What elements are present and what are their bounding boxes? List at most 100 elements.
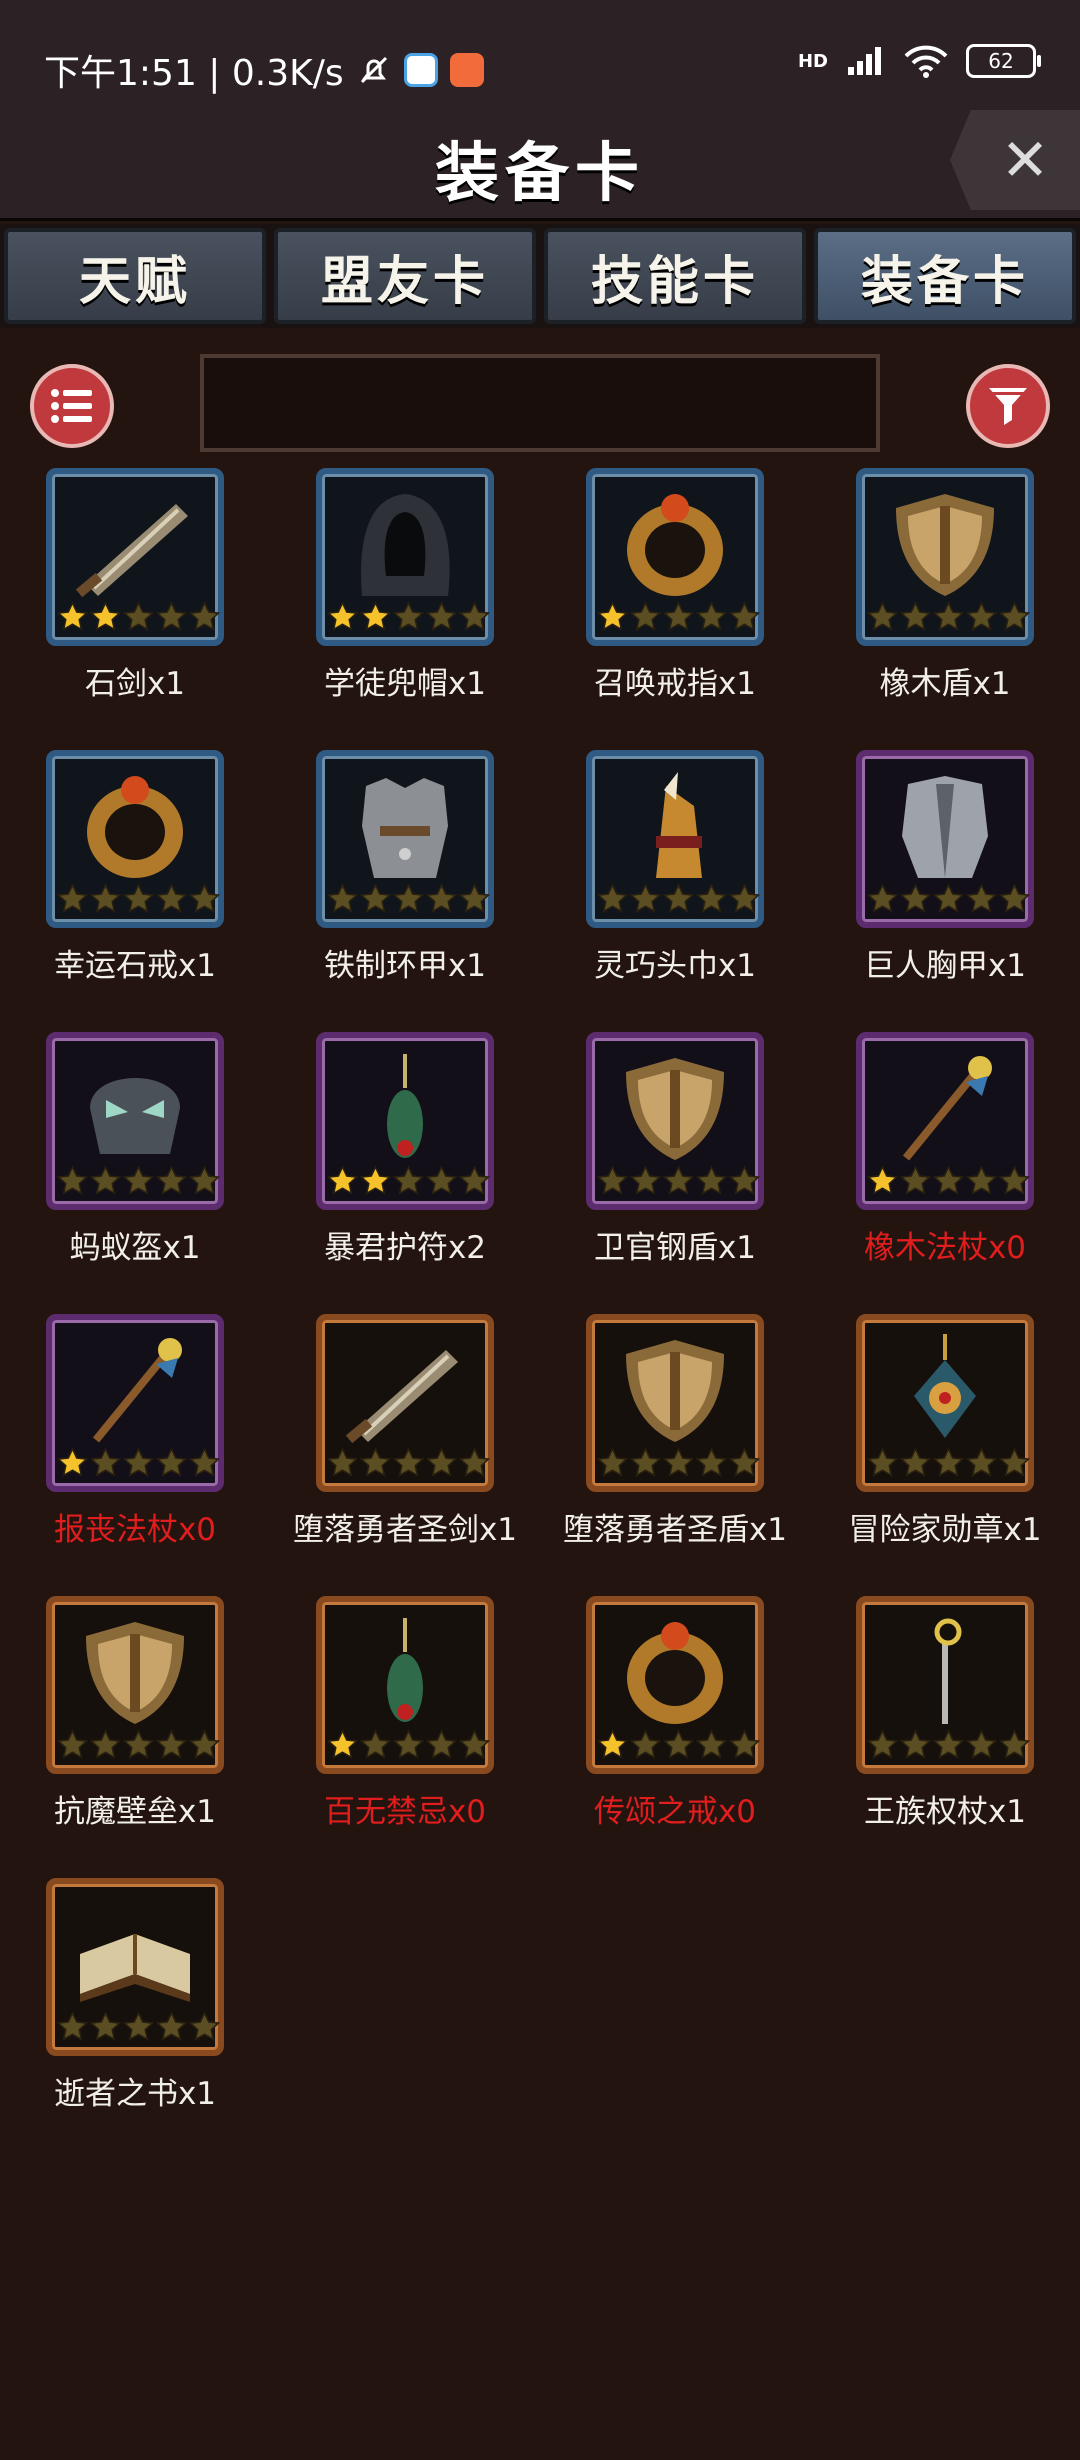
star-empty-icon: [932, 1729, 965, 1759]
card-frame: [856, 750, 1034, 928]
equipment-card[interactable]: 卫官钢盾x1: [540, 1032, 810, 1314]
card-label: 传颂之戒x0: [593, 1794, 757, 1830]
card-label: 暴君护符x2: [323, 1230, 487, 1266]
card-label: 王族权杖x1: [863, 1794, 1027, 1830]
equipment-card[interactable]: 传颂之戒x0: [540, 1596, 810, 1878]
star-empty-icon: [359, 1447, 392, 1477]
card-label: 卫官钢盾x1: [593, 1230, 757, 1266]
equipment-card[interactable]: 召唤戒指x1: [540, 468, 810, 750]
equipment-card[interactable]: 橡木盾x1: [810, 468, 1080, 750]
star-empty-icon: [89, 1447, 122, 1477]
equipment-card[interactable]: 石剑x1: [0, 468, 270, 750]
staff-icon: [92, 1338, 182, 1443]
shield-icon: [626, 1058, 724, 1160]
card-label: 堕落勇者圣盾x1: [562, 1512, 788, 1548]
star-rating: [56, 601, 221, 634]
book-icon: [80, 1934, 190, 2002]
star-empty-icon: [392, 1447, 425, 1477]
equipment-card[interactable]: 逝者之书x1: [0, 1878, 270, 2160]
card-label: 报丧法杖x0: [53, 1512, 217, 1548]
card-label: 冒险家勋章x1: [848, 1512, 1042, 1548]
star-rating: [866, 1729, 1031, 1762]
star-rating: [326, 1729, 491, 1762]
star-rating: [56, 1447, 221, 1480]
star-empty-icon: [629, 601, 662, 631]
scepter-icon: [934, 1618, 962, 1724]
equipment-card[interactable]: 王族权杖x1: [810, 1596, 1080, 1878]
equipment-card[interactable]: 暴君护符x2: [270, 1032, 540, 1314]
chestplate-icon: [902, 776, 988, 878]
star-empty-icon: [998, 883, 1031, 913]
equipment-card[interactable]: 巨人胸甲x1: [810, 750, 1080, 1032]
equipment-card[interactable]: 学徒兜帽x1: [270, 468, 540, 750]
tab-skill-cards[interactable]: 技能卡: [544, 228, 806, 324]
star-empty-icon: [728, 1165, 761, 1195]
equipment-card[interactable]: 铁制环甲x1: [270, 750, 540, 1032]
shield-icon: [626, 1340, 724, 1442]
star-empty-icon: [56, 2011, 89, 2041]
star-empty-icon: [728, 883, 761, 913]
equipment-card[interactable]: 堕落勇者圣剑x1: [270, 1314, 540, 1596]
star-empty-icon: [155, 883, 188, 913]
filter-icon: [989, 388, 1027, 425]
shield-icon: [86, 1622, 184, 1724]
card-frame: [586, 1032, 764, 1210]
equipment-card[interactable]: 报丧法杖x0: [0, 1314, 270, 1596]
tab-talent[interactable]: 天赋: [4, 228, 266, 324]
star-empty-icon: [188, 1447, 221, 1477]
star-empty-icon: [866, 883, 899, 913]
card-label: 橡木法杖x0: [863, 1230, 1027, 1266]
card-frame: [856, 468, 1034, 646]
star-rating: [596, 1165, 761, 1198]
filter-button[interactable]: [966, 364, 1050, 448]
star-empty-icon: [695, 883, 728, 913]
star-empty-icon: [629, 1447, 662, 1477]
equipment-card[interactable]: 幸运石戒x1: [0, 750, 270, 1032]
headscarf-icon: [656, 772, 702, 878]
card-label: 石剑x1: [84, 666, 186, 702]
equipment-card[interactable]: 堕落勇者圣盾x1: [540, 1314, 810, 1596]
card-frame: [586, 1596, 764, 1774]
tab-ally-cards[interactable]: 盟友卡: [274, 228, 536, 324]
list-view-button[interactable]: [30, 364, 114, 448]
amulet-icon: [387, 1054, 423, 1158]
tab-equipment-cards[interactable]: 装备卡: [814, 228, 1076, 324]
star-filled-icon: [56, 601, 89, 631]
armor-icon: [362, 778, 448, 878]
equipment-card[interactable]: 抗魔壁垒x1: [0, 1596, 270, 1878]
list-icon: [51, 389, 92, 423]
star-empty-icon: [188, 1729, 221, 1759]
close-button[interactable]: ✕: [950, 110, 1080, 210]
equipment-card[interactable]: 蚂蚁盔x1: [0, 1032, 270, 1314]
sword-icon: [75, 504, 188, 598]
star-empty-icon: [155, 1447, 188, 1477]
star-empty-icon: [965, 883, 998, 913]
equipment-card[interactable]: 百无禁忌x0: [270, 1596, 540, 1878]
card-label: 堕落勇者圣剑x1: [292, 1512, 518, 1548]
star-empty-icon: [998, 601, 1031, 631]
star-rating: [866, 1165, 1031, 1198]
star-empty-icon: [188, 2011, 221, 2041]
star-empty-icon: [596, 1165, 629, 1195]
star-empty-icon: [425, 883, 458, 913]
star-filled-icon: [326, 1729, 359, 1759]
star-empty-icon: [629, 883, 662, 913]
battery-indicator: 62: [966, 44, 1041, 78]
status-time-speed: 下午1:51 | 0.3K/s: [44, 53, 344, 94]
card-frame: [586, 468, 764, 646]
star-empty-icon: [458, 1447, 491, 1477]
equipment-card[interactable]: 橡木法杖x0: [810, 1032, 1080, 1314]
star-empty-icon: [899, 601, 932, 631]
ring-icon: [87, 776, 183, 878]
star-empty-icon: [899, 883, 932, 913]
card-label: 召唤戒指x1: [593, 666, 757, 702]
star-empty-icon: [695, 1729, 728, 1759]
star-empty-icon: [56, 883, 89, 913]
star-rating: [596, 1447, 761, 1480]
equipment-card[interactable]: 灵巧头巾x1: [540, 750, 810, 1032]
star-rating: [866, 601, 1031, 634]
search-input[interactable]: [200, 354, 880, 452]
star-rating: [596, 1729, 761, 1762]
star-empty-icon: [56, 1165, 89, 1195]
equipment-card[interactable]: 冒险家勋章x1: [810, 1314, 1080, 1596]
